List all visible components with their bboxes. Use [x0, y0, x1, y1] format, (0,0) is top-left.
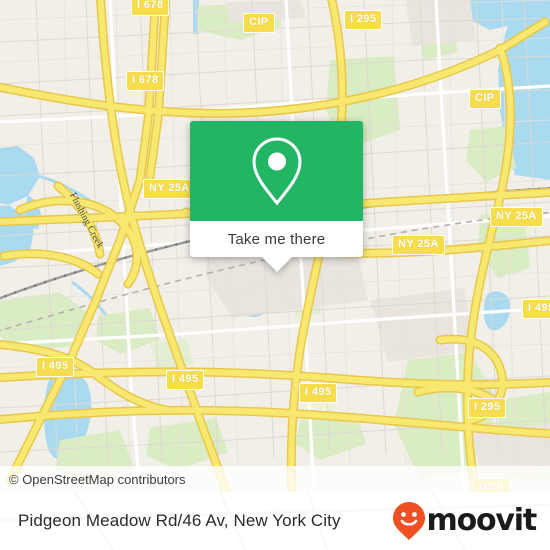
footer-bar: Pidgeon Meadow Rd/46 Av, New York City m…	[0, 492, 550, 550]
road-shield: NY 25A	[392, 235, 445, 255]
road-shield: NY 25A	[143, 179, 196, 199]
moovit-logo: moovit	[392, 501, 538, 541]
address-label: Pidgeon Meadow Rd/46 Av, New York City	[18, 511, 341, 530]
take-me-there-label: Take me there	[227, 230, 326, 248]
road-shield: I 678	[131, 0, 170, 16]
popup-pointer	[261, 257, 292, 272]
moovit-smiley-pin-icon	[392, 502, 425, 540]
location-popup-card[interactable]: Take me there	[190, 121, 363, 272]
road-shield: CIP	[469, 89, 501, 109]
popup-footer[interactable]: Take me there	[190, 221, 363, 272]
popup-header	[190, 121, 363, 221]
road-shield: I 495	[166, 370, 205, 390]
road-shield: I 495	[36, 357, 75, 377]
osm-attribution-text: © OpenStreetMap contributors	[9, 471, 186, 487]
road-shield: I 495	[522, 299, 550, 319]
road-shield: I 295	[344, 10, 383, 30]
moovit-wordmark: moovit	[426, 503, 538, 538]
road-shield: NY 25A	[490, 207, 543, 227]
road-shield: CIP	[243, 13, 275, 33]
road-shield: I 678	[126, 71, 165, 91]
map-canvas[interactable]: Flushing Creek I 678 CIP I 295 I 678 CIP…	[0, 0, 550, 492]
road-shield: I 295	[468, 398, 507, 418]
map-screenshot: Flushing Creek I 678 CIP I 295 I 678 CIP…	[0, 0, 550, 550]
road-shield: I 495	[299, 383, 338, 403]
attribution-bar: © OpenStreetMap contributors	[0, 466, 550, 492]
map-pin-icon	[251, 137, 302, 206]
